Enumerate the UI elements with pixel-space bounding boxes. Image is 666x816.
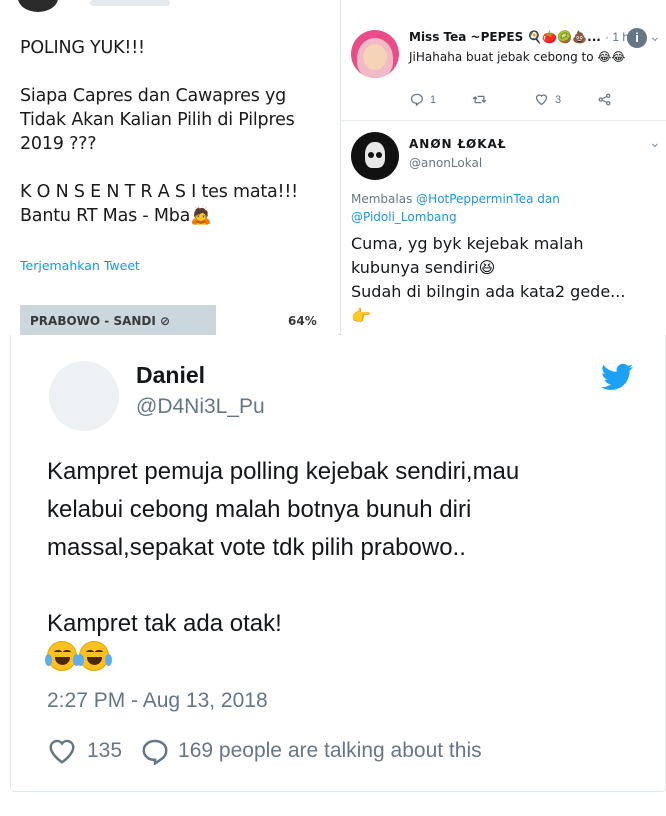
retweet-action	[472, 92, 535, 107]
poll-text-line: Siapa Capres dan Cawapres yg	[20, 86, 287, 106]
retweet-icon	[472, 95, 486, 104]
translate-tweet-link[interactable]: Terjemahkan Tweet	[20, 258, 140, 273]
heart-icon	[535, 94, 548, 106]
tears-of-joy-icon	[45, 641, 80, 671]
embedded-tweet[interactable]: Daniel @D4Ni3L_Pu Kampret pemuja polling…	[10, 335, 666, 792]
reply-and: dan	[537, 192, 560, 206]
tweet-media-collage: POLING YUK!!! Siapa Capres dan Cawapres …	[10, 0, 666, 335]
replying-to: Membalas @HotPepperminTea dan @Pidoli_Lo…	[351, 190, 560, 226]
reply-count: 1	[430, 93, 437, 106]
reply-text-line: kubunya sendiri😆	[351, 258, 496, 277]
reply-author-handle: @anonLokal	[409, 156, 483, 170]
tweet-text-line: Kampret pemuja polling kejebak sendiri,m…	[47, 458, 520, 485]
emoji-row	[45, 641, 112, 671]
reply-icon	[410, 93, 423, 107]
reply-text-line: Cuma, yg byk kejebak malah	[351, 234, 584, 253]
like-action: 3	[534, 92, 597, 107]
share-icon	[598, 93, 610, 106]
tweet-text-line: Kampret tak ada otak!	[47, 610, 282, 637]
poll-text-line: Bantu RT Mas - Mba🙇	[20, 206, 212, 226]
poll-text-line: Tidak Akan Kalian Pilih di Pilpres	[20, 110, 295, 130]
mention-link: @HotPepperminTea	[416, 192, 534, 206]
tweet-text: Kampret pemuja polling kejebak sendiri,m…	[47, 453, 647, 643]
avatar	[351, 132, 399, 180]
talking-count: 169 people are talking about this	[178, 739, 482, 762]
like-button[interactable]: 135	[47, 737, 122, 765]
reply-text: JiHahaha buat jebak cebong to 😂😂	[409, 50, 626, 64]
tweet-text-line: kelabui cebong malah botnya bunuh diri	[47, 496, 472, 523]
avatar	[351, 30, 399, 78]
avatar	[18, 0, 58, 12]
poll-option-label: PRABOWO - SANDI ⊘	[30, 314, 171, 328]
reply-text-line: 👉	[351, 306, 371, 325]
chevron-down-icon: ⌄	[649, 134, 661, 150]
poll-percent: 64%	[288, 314, 317, 328]
poll-text-line: K O N S E N T R A S I tes mata!!!	[20, 182, 298, 202]
author-name[interactable]: Daniel	[136, 362, 205, 389]
reply-actions: 1 3	[409, 92, 659, 107]
reply-prefix: Membalas	[351, 192, 413, 206]
poll-text-line: POLING YUK!!!	[20, 38, 145, 58]
tears-of-joy-icon	[77, 641, 112, 671]
speech-bubble-icon[interactable]	[140, 737, 170, 765]
reply-action: 1	[409, 92, 472, 107]
heart-icon[interactable]	[47, 737, 77, 765]
reply-author-name: ANØN ŁØKAŁ	[409, 137, 507, 151]
poll-tweet-text: POLING YUK!!! Siapa Capres dan Cawapres …	[20, 36, 330, 228]
reply-text-line: Sudah di bilngin ada kata2 gede...	[351, 282, 626, 301]
tweet-timestamp[interactable]: 2:27 PM - Aug 13, 2018	[47, 689, 268, 713]
like-count: 135	[87, 739, 123, 762]
reply-time: · 1 h	[605, 30, 630, 44]
share-action	[597, 92, 660, 107]
avatar[interactable]	[49, 361, 119, 431]
reply-author-name: Miss Tea ~PEPES 🍳🍅🥝💩...	[409, 30, 601, 44]
reply-text: Cuma, yg byk kejebak malah kubunya sendi…	[351, 232, 625, 328]
divider	[341, 120, 666, 121]
conversation-link[interactable]: 169 people are talking about this	[140, 737, 482, 765]
reply-thread-screenshot: Miss Tea ~PEPES 🍳🍅🥝💩... · 1 h i ⌄ JiHaha…	[341, 0, 666, 335]
twitter-bird-icon[interactable]	[601, 363, 633, 391]
info-icon: i	[627, 28, 647, 48]
poll-text-line: 2019 ???	[20, 134, 97, 154]
author-handle[interactable]: @D4Ni3L_Pu	[136, 395, 265, 419]
chevron-down-icon: ⌄	[649, 28, 661, 44]
tweet-footer: 135 169 people are talking about this	[47, 737, 482, 765]
mention-link: @Pidoli_Lombang	[351, 210, 457, 224]
like-count: 3	[555, 93, 562, 106]
tweet-text-line: massal,sepakat vote tdk pilih prabowo..	[47, 534, 466, 561]
poll-tweet-screenshot: POLING YUK!!! Siapa Capres dan Cawapres …	[10, 0, 338, 335]
name-placeholder	[90, 0, 170, 6]
